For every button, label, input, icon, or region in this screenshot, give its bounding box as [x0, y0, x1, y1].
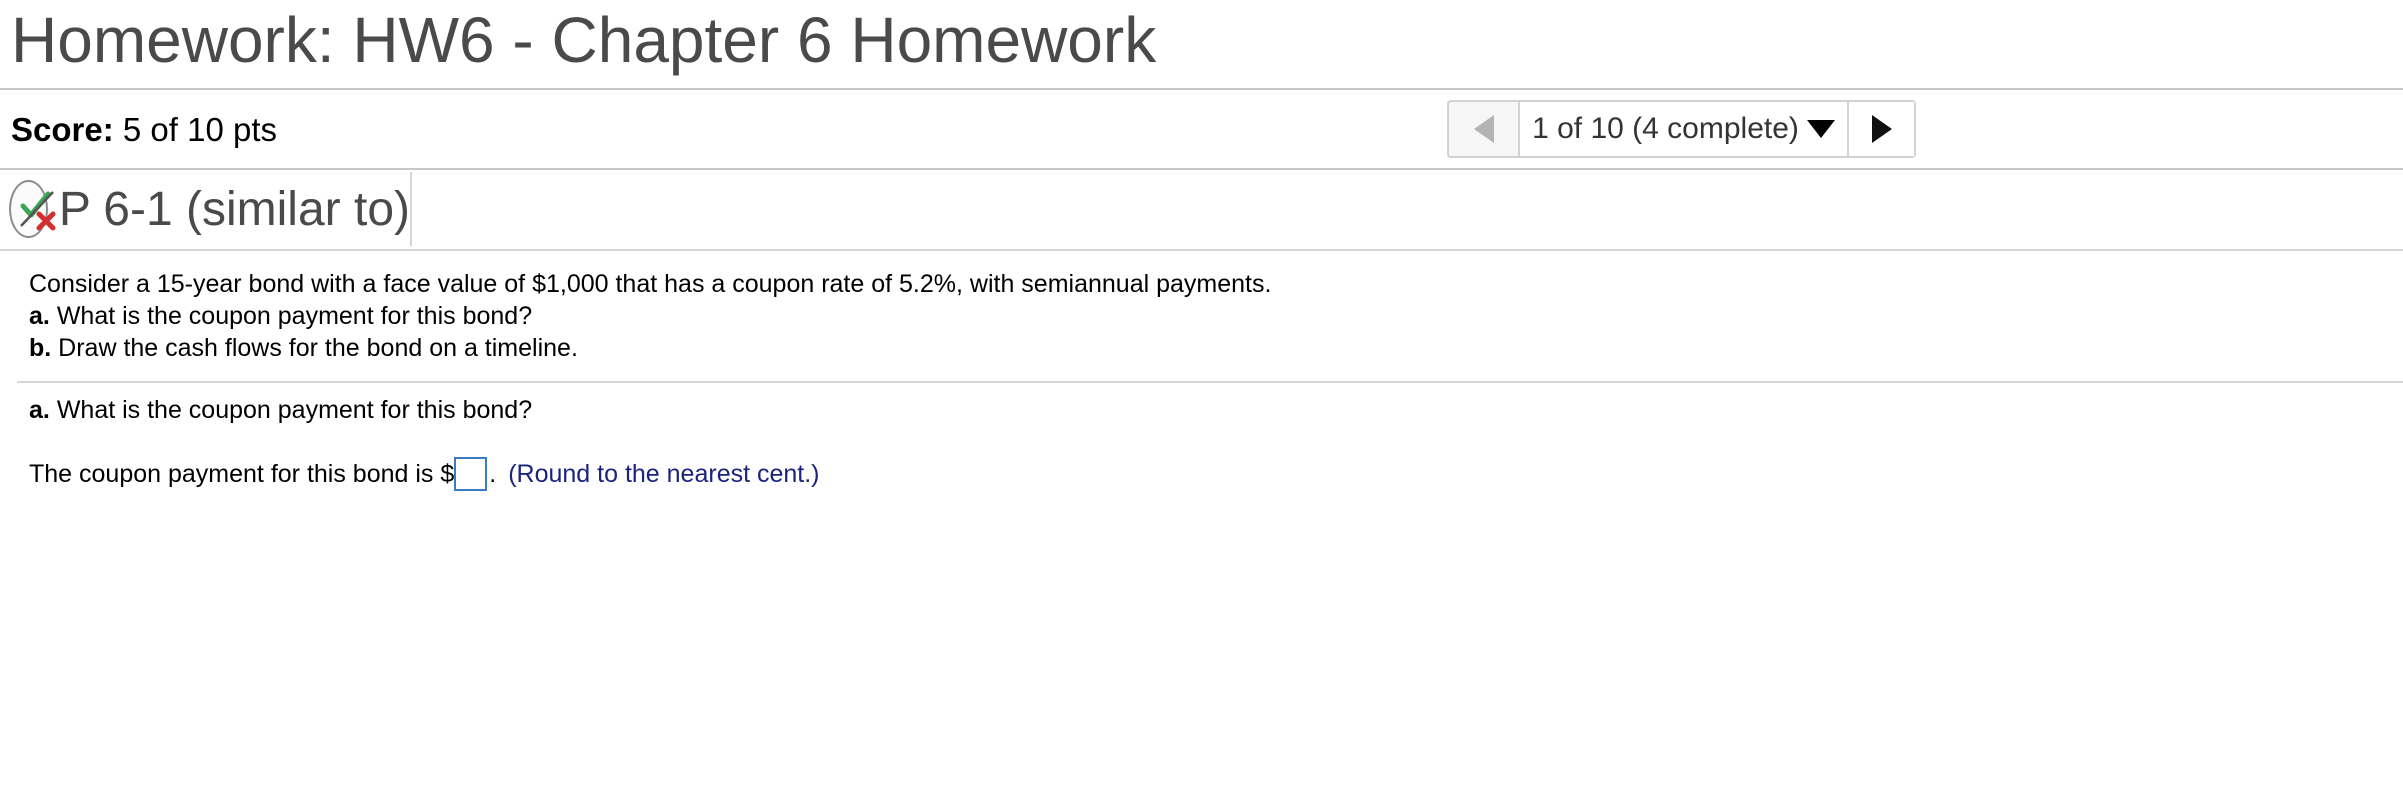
score-value: 5 of 10 pts: [122, 111, 277, 148]
score-label: Score:: [11, 111, 114, 148]
previous-question-button[interactable]: [1449, 102, 1520, 156]
prompt-intro: Consider a 15-year bond with a face valu…: [29, 270, 1272, 298]
question-prompt: Consider a 15-year bond with a face valu…: [29, 268, 1271, 364]
question-position-text: 1 of 10 (4 complete): [1532, 112, 1799, 145]
question-title: P 6-1 (similar to): [58, 182, 410, 236]
current-part-heading: a. What is the coupon payment for this b…: [29, 396, 533, 424]
question-header-divider: [0, 249, 2403, 251]
question-selector-dropdown[interactable]: 1 of 10 (4 complete): [1520, 102, 1847, 156]
triangle-left-icon: [1473, 115, 1494, 143]
score-display: Score: 5 of 10 pts: [11, 106, 277, 154]
answer-prefix: The coupon payment for this bond is $: [29, 460, 455, 488]
header-divider: [0, 88, 2403, 90]
score-divider: [0, 168, 2403, 170]
answer-suffix: .: [489, 460, 497, 488]
prompt-part-b: b. Draw the cash flows for the bond on a…: [29, 334, 578, 362]
prompt-part-a: a. What is the coupon payment for this b…: [29, 302, 533, 330]
question-pager: 1 of 10 (4 complete): [1447, 100, 1916, 158]
prompt-divider: [17, 381, 2403, 383]
answer-line: The coupon payment for this bond is $ . …: [29, 456, 820, 492]
rounding-hint: (Round to the nearest cent.): [508, 460, 820, 488]
coupon-payment-input[interactable]: [454, 457, 488, 491]
question-header: P 6-1 (similar to): [0, 172, 412, 246]
page-title: Homework: HW6 - Chapter 6 Homework: [11, 4, 1157, 76]
triangle-right-icon: [1871, 115, 1892, 143]
next-question-button[interactable]: [1847, 102, 1914, 156]
caret-down-icon: [1806, 120, 1835, 138]
partial-correct-icon: [9, 180, 56, 238]
